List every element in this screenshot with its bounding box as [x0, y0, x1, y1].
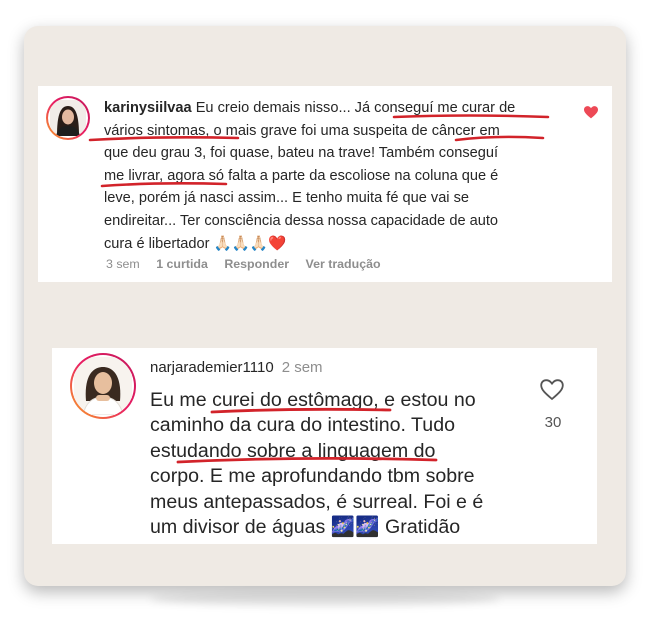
likes-count-link[interactable]: 1 curtida: [156, 257, 208, 271]
see-translation-button[interactable]: Ver tradução: [305, 257, 380, 271]
comment-time: 3 sem: [106, 257, 140, 271]
comment-line: cura é libertador: [104, 235, 210, 252]
comment-time: 2 sem: [281, 359, 323, 376]
comment-body: Eu me curei do estômago, e estou no cami…: [150, 388, 520, 540]
comment-line: que deu grau 3, foi quase, bateu na trav…: [104, 145, 499, 162]
likes-count: 30: [544, 414, 562, 431]
comment-line: endireitar... Ter consciência dessa noss…: [104, 212, 499, 229]
comment-username[interactable]: karinysiilvaa: [104, 100, 192, 116]
comment-line: me livrar, agora só falta a parte da esc…: [104, 167, 499, 184]
avatar-photo: [72, 355, 134, 417]
heart-filled-icon[interactable]: [584, 106, 598, 119]
comment-line: Eu me curei do estômago, e estou no: [150, 389, 476, 411]
emoji-reactions: 🙏🏻🙏🏻🙏🏻❤️: [213, 235, 287, 252]
avatar[interactable]: [70, 353, 136, 419]
emoji-suffix: 🌌🌌 Gratidão: [330, 516, 461, 539]
comment-body: karinysiilvaa Eu creio demais nisso... J…: [104, 97, 574, 255]
comment-line: vários sintomas, o mais grave foi uma su…: [104, 122, 500, 139]
comment-line: corpo. E me aprofundando tbm sobre: [150, 465, 475, 488]
comment-line: caminho da cura do intestino. Tudo: [150, 414, 455, 437]
comment-username[interactable]: narjarademier1110: [150, 359, 274, 376]
comment-line: estudando sobre a linguagem do: [150, 439, 436, 462]
comment-line: leve, porém já nasci assim... E tenho mu…: [104, 190, 470, 207]
comment-line: Eu creio demais nisso... Já conseguí me …: [195, 100, 516, 116]
comment-card-karinysiilvaa: karinysiilvaa Eu creio demais nisso... J…: [38, 86, 612, 282]
reply-button[interactable]: Responder: [224, 257, 289, 271]
comment-card-narjarademier1110: narjarademier1110 2 sem Eu me curei do es…: [52, 348, 597, 544]
comment-header: narjarademier1110 2 sem: [150, 359, 323, 376]
drop-shadow: [150, 592, 500, 606]
heart-outline-icon[interactable]: [540, 379, 564, 401]
avatar[interactable]: [46, 96, 90, 140]
avatar-photo: [48, 98, 88, 138]
comment-line: um divisor de águas: [150, 516, 326, 539]
comment-line: meus antepassados, é surreal. Foi e é: [150, 490, 484, 513]
comment-meta: 3 sem 1 curtida Responder Ver tradução: [106, 257, 394, 271]
